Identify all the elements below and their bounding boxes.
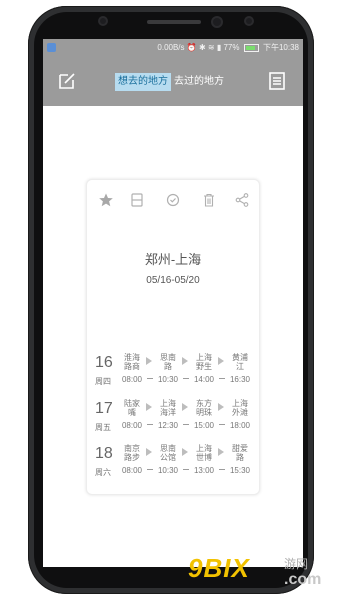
status-right: 0.00B/s ⏰ ✱ ≋ ▮ 77% 下午10:38 [157,39,299,56]
arrow-icon [218,357,224,365]
stop-name: 南京 路步 [124,444,140,462]
stop-time: 14:00 [193,375,215,384]
stop-time: 08:00 [121,421,143,430]
day-date: 17 [95,400,113,417]
app-notification-icon [47,43,56,52]
check-circle-icon[interactable] [165,192,181,208]
stop-time: 13:00 [193,466,215,475]
route-title: 郑州-上海 [144,252,202,267]
tab-want-to-go[interactable]: 想去的地方 [115,73,171,91]
day-weekday: 周五 [95,423,111,432]
edit-icon[interactable] [57,71,77,91]
stop-time: 10:30 [157,375,179,384]
wifi-icon: ≋ [207,43,215,52]
day-weekday: 周四 [95,377,111,386]
trip-card[interactable]: 郑州-上海 05/16-05/20 16 周四 淮海 路商 思南路 上海 野生 黄浦… [86,179,260,495]
stop-name: 上海 野生 [196,353,212,371]
status-bar: 0.00B/s ⏰ ✱ ≋ ▮ 77% 下午10:38 [43,39,303,56]
stop-name: 陆家嘴 [124,399,140,417]
signal-icon: ▮ [216,43,222,52]
trash-icon[interactable] [201,192,217,208]
tab-bar: 想去的地方 去过的地方 [115,73,227,91]
stop-name: 思南 公馆 [160,444,176,462]
arrow-icon [182,448,188,456]
stop-time: 16:30 [229,375,251,384]
day-weekday: 周六 [95,468,111,477]
app-screen: 0.00B/s ⏰ ✱ ≋ ▮ 77% 下午10:38 想去的地方去过的地方 [43,39,303,567]
tab-visited[interactable]: 去过的地方 [171,73,227,91]
stop-name: 思南路 [160,353,176,371]
arrow-icon [218,403,224,411]
battery-icon [243,43,259,52]
stop-name: 黄浦江 [232,353,248,371]
stop-time: 18:00 [229,421,251,430]
sensor [246,18,252,24]
stop-name: 淮海 路商 [124,353,140,371]
battery-percent: 77% [223,43,240,52]
watermark-brand: 9BIX [188,553,250,583]
alarm-icon: ⏰ [186,43,197,52]
layout-icon[interactable] [129,192,145,208]
itinerary-day[interactable]: 16 周四 淮海 路商 思南路 上海 野生 黄浦江 08:00 10:30 14:0… [87,353,259,393]
arrow-icon [182,357,188,365]
bluetooth-icon: ✱ [198,43,206,52]
stop-name: 上海 外滩 [232,399,248,417]
watermark-site-com: .com [284,571,322,588]
arrow-icon [182,403,188,411]
itinerary-day[interactable]: 17 周五 陆家嘴 上海 海洋 东方 明珠 上海 外滩 08:00 12:30 15:… [87,399,259,439]
stop-name: 东方 明珠 [196,399,212,417]
stop-time: 10:30 [157,466,179,475]
stop-name: 上海 世博 [196,444,212,462]
stop-name: 上海 海洋 [160,399,176,417]
star-icon[interactable] [98,192,114,208]
day-date: 18 [95,445,113,462]
network-speed: 0.00B/s [157,43,185,52]
stop-name: 甜爱路 [232,444,248,462]
share-icon[interactable] [234,192,250,208]
arrow-icon [146,448,152,456]
day-date: 16 [95,354,113,371]
itinerary-day[interactable]: 18 周六 南京 路步 思南 公馆 上海 世博 甜爱路 08:00 10:30 13:… [87,444,259,484]
stop-time: 15:00 [193,421,215,430]
arrow-icon [146,357,152,365]
stop-time: 08:00 [121,375,143,384]
watermark-site-cn: 游网 [284,557,309,571]
arrow-icon [146,403,152,411]
proximity-sensor [100,18,106,24]
speaker-grille [147,20,201,24]
app-bar: 想去的地方 去过的地方 [43,56,303,106]
stop-time: 15:30 [229,466,251,475]
site-watermark: 9BIX 游网 .com [188,553,338,603]
list-icon[interactable] [267,71,287,91]
stop-time: 08:00 [121,466,143,475]
clock: 下午10:38 [262,43,299,52]
arrow-icon [218,448,224,456]
front-camera [213,18,221,26]
stop-time: 12:30 [157,421,179,430]
card-toolbar [87,192,259,208]
route-dates: 05/16-05/20 [146,275,200,286]
